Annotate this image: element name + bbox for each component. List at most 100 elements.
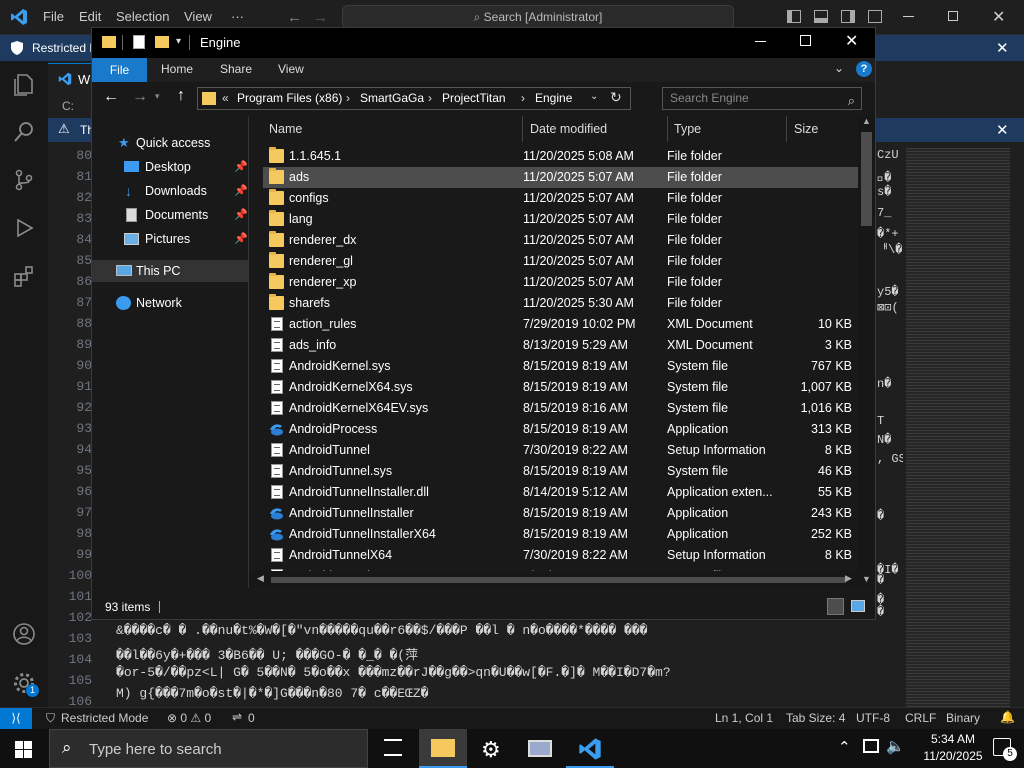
scroll-thumb[interactable] bbox=[271, 577, 846, 583]
address-bar[interactable]: « Program Files (x86) › SmartGaGa › Proj… bbox=[197, 87, 631, 110]
nav-item-pictures[interactable]: Pictures 📌 bbox=[92, 228, 248, 250]
file-row[interactable]: AndroidTunnel.sys 8/15/2019 8:19 AM System… bbox=[263, 461, 858, 482]
file-row[interactable]: AndroidTunnel 7/30/2019 8:22 AM Setup Info… bbox=[263, 440, 858, 461]
back-arrow-icon[interactable]: ← bbox=[287, 9, 302, 26]
file-row[interactable]: AndroidTunnelInstaller.dll 8/14/2019 5:12… bbox=[263, 482, 858, 503]
scroll-right-icon[interactable]: ▶ bbox=[845, 573, 852, 584]
menu-selection[interactable]: Selection bbox=[116, 9, 169, 24]
toggle-sidebar-icon[interactable] bbox=[787, 10, 801, 23]
file-row[interactable]: AndroidKernelX64.sys 8/15/2019 8:19 AM Sys… bbox=[263, 377, 858, 398]
column-header-date[interactable]: Date modified bbox=[530, 122, 607, 136]
editor-tab[interactable]: W bbox=[48, 63, 92, 93]
scroll-left-icon[interactable]: ◀ bbox=[257, 573, 264, 584]
file-row[interactable]: AndroidTunnelX64 7/30/2019 8:22 AM Setup I… bbox=[263, 545, 858, 566]
problems-status[interactable]: ⊗ 0 ⚠ 0 bbox=[167, 711, 211, 725]
menu-more[interactable]: ··· bbox=[231, 9, 244, 24]
tab-share[interactable]: Share bbox=[220, 62, 252, 76]
horizontal-scrollbar[interactable]: ◀ ▶ bbox=[249, 571, 858, 588]
accounts-icon[interactable] bbox=[12, 622, 36, 646]
banner-close-icon[interactable]: ✕ bbox=[996, 39, 1009, 57]
tab-size[interactable]: Tab Size: 4 bbox=[786, 711, 845, 725]
nav-item-downloads[interactable]: ↓ Downloads 📌 bbox=[92, 180, 248, 202]
path-separator[interactable]: › bbox=[521, 91, 525, 105]
file-row[interactable]: sharefs 11/20/2025 5:30 AM File folder bbox=[263, 293, 858, 314]
nav-network[interactable]: Network bbox=[92, 292, 248, 314]
maximize-icon[interactable] bbox=[948, 11, 958, 21]
search-input[interactable]: Search Engine ⌕ bbox=[662, 87, 862, 110]
tab-home[interactable]: Home bbox=[161, 62, 193, 76]
network-icon[interactable] bbox=[863, 739, 879, 753]
path-separator[interactable]: › bbox=[346, 91, 350, 105]
code-line[interactable]: �or-5�/��pz<L| G� 5��N� 5�o��x ���mz��rJ… bbox=[116, 665, 902, 680]
file-row[interactable]: renderer_dx 11/20/2025 5:07 AM File folder bbox=[263, 230, 858, 251]
close-icon[interactable]: ✕ bbox=[845, 31, 858, 51]
file-row[interactable]: action_rules 7/29/2019 10:02 PM XML Docume… bbox=[263, 314, 858, 335]
path-program-files[interactable]: Program Files (x86) bbox=[237, 91, 342, 105]
file-row[interactable]: renderer_xp 11/20/2025 5:07 AM File folder bbox=[263, 272, 858, 293]
pin-icon[interactable]: 📌 bbox=[234, 204, 248, 226]
path-smartgaga[interactable]: SmartGaGa bbox=[360, 91, 424, 105]
control-panel-icon[interactable] bbox=[528, 740, 552, 757]
path-projecttitan[interactable]: ProjectTitan bbox=[442, 91, 506, 105]
remote-icon[interactable]: ⟩⟨ bbox=[0, 708, 32, 729]
menu-edit[interactable]: Edit bbox=[79, 9, 101, 24]
volume-muted-icon[interactable]: 🔈 bbox=[886, 737, 905, 755]
banner-text[interactable]: Restricted M bbox=[32, 41, 99, 55]
new-folder-icon[interactable] bbox=[155, 36, 169, 48]
file-row[interactable]: AndroidTunnelInstallerX64 8/15/2019 8:19 … bbox=[263, 524, 858, 545]
task-view-icon[interactable] bbox=[384, 739, 402, 756]
nav-quick-access[interactable]: ★ Quick access bbox=[92, 132, 248, 154]
pin-icon[interactable]: 📌 bbox=[234, 180, 248, 202]
scroll-thumb[interactable] bbox=[861, 132, 872, 226]
maximize-icon[interactable] bbox=[800, 35, 811, 46]
breadcrumb[interactable]: C: bbox=[62, 99, 74, 113]
file-row[interactable]: AndroidKernelX64EV.sys 8/15/2019 8:16 AM S… bbox=[263, 398, 858, 419]
forward-arrow-icon[interactable]: → bbox=[313, 9, 328, 26]
pin-icon[interactable]: 📌 bbox=[234, 156, 248, 178]
run-debug-icon[interactable] bbox=[12, 216, 36, 240]
extensions-icon[interactable] bbox=[12, 264, 36, 288]
expand-ribbon-icon[interactable]: ⌄ bbox=[834, 61, 844, 75]
menu-file[interactable]: File bbox=[43, 9, 64, 24]
properties-icon[interactable] bbox=[133, 35, 145, 49]
path-separator[interactable]: › bbox=[428, 91, 432, 105]
quick-access-toolbar-dropdown-icon[interactable]: ▾ bbox=[176, 36, 181, 47]
taskbar-file-explorer[interactable] bbox=[419, 729, 467, 768]
column-header-type[interactable]: Type bbox=[674, 122, 701, 136]
taskbar-vscode[interactable] bbox=[566, 729, 614, 768]
help-icon[interactable]: ? bbox=[856, 61, 872, 77]
forward-arrow-icon[interactable]: → bbox=[132, 88, 148, 106]
file-row[interactable]: lang 11/20/2025 5:07 AM File folder bbox=[263, 209, 858, 230]
end-of-line[interactable]: CRLF bbox=[905, 711, 936, 725]
file-row[interactable]: configs 11/20/2025 5:07 AM File folder bbox=[263, 188, 858, 209]
taskbar-search-box[interactable]: ⌕ Type here to search bbox=[49, 729, 368, 768]
details-view-icon[interactable] bbox=[827, 598, 844, 615]
recent-locations-icon[interactable]: ▾ bbox=[155, 91, 160, 102]
source-control-icon[interactable] bbox=[12, 168, 36, 192]
tab-view[interactable]: View bbox=[278, 62, 304, 76]
code-line[interactable]: ��l��6y�+��� 3�B6�� U; ���GO-� �_� �(萍 bbox=[116, 644, 902, 663]
nav-item-documents[interactable]: Documents 📌 bbox=[92, 204, 248, 226]
file-row[interactable]: 1.1.645.1 11/20/2025 5:08 AM File folder bbox=[263, 146, 858, 167]
restricted-mode-status[interactable]: Restricted Mode bbox=[61, 711, 148, 725]
file-row[interactable]: ads 11/20/2025 5:07 AM File folder bbox=[263, 167, 858, 188]
minimize-icon[interactable] bbox=[903, 16, 914, 17]
scroll-down-icon[interactable]: ▼ bbox=[862, 574, 871, 584]
nav-this-pc[interactable]: This PC bbox=[92, 260, 248, 282]
code-line[interactable]: M) g{���7m�o�st�|�*�]G���n�80 7� c��EŒZ� bbox=[116, 686, 902, 701]
file-row[interactable]: ads_info 8/13/2019 5:29 AM XML Document 3 K… bbox=[263, 335, 858, 356]
file-row[interactable]: AndroidKernel.sys 8/15/2019 8:19 AM System… bbox=[263, 356, 858, 377]
warning-close-icon[interactable]: ✕ bbox=[996, 121, 1009, 139]
show-hidden-icons-icon[interactable]: ⌃ bbox=[838, 738, 851, 756]
toggle-secondary-sidebar-icon[interactable] bbox=[841, 10, 855, 23]
path-engine[interactable]: Engine bbox=[535, 91, 572, 105]
settings-gear-icon[interactable]: ⚙ bbox=[481, 737, 501, 763]
explorer-icon[interactable] bbox=[12, 73, 36, 97]
minimap[interactable] bbox=[906, 148, 1010, 708]
file-row[interactable]: renderer_gl 11/20/2025 5:07 AM File folder bbox=[263, 251, 858, 272]
column-header-size[interactable]: Size bbox=[794, 122, 818, 136]
large-icons-view-icon[interactable] bbox=[851, 600, 865, 612]
layout-icon[interactable] bbox=[868, 10, 882, 23]
language-mode[interactable]: Binary bbox=[946, 711, 980, 725]
tab-file[interactable]: File bbox=[92, 58, 147, 82]
